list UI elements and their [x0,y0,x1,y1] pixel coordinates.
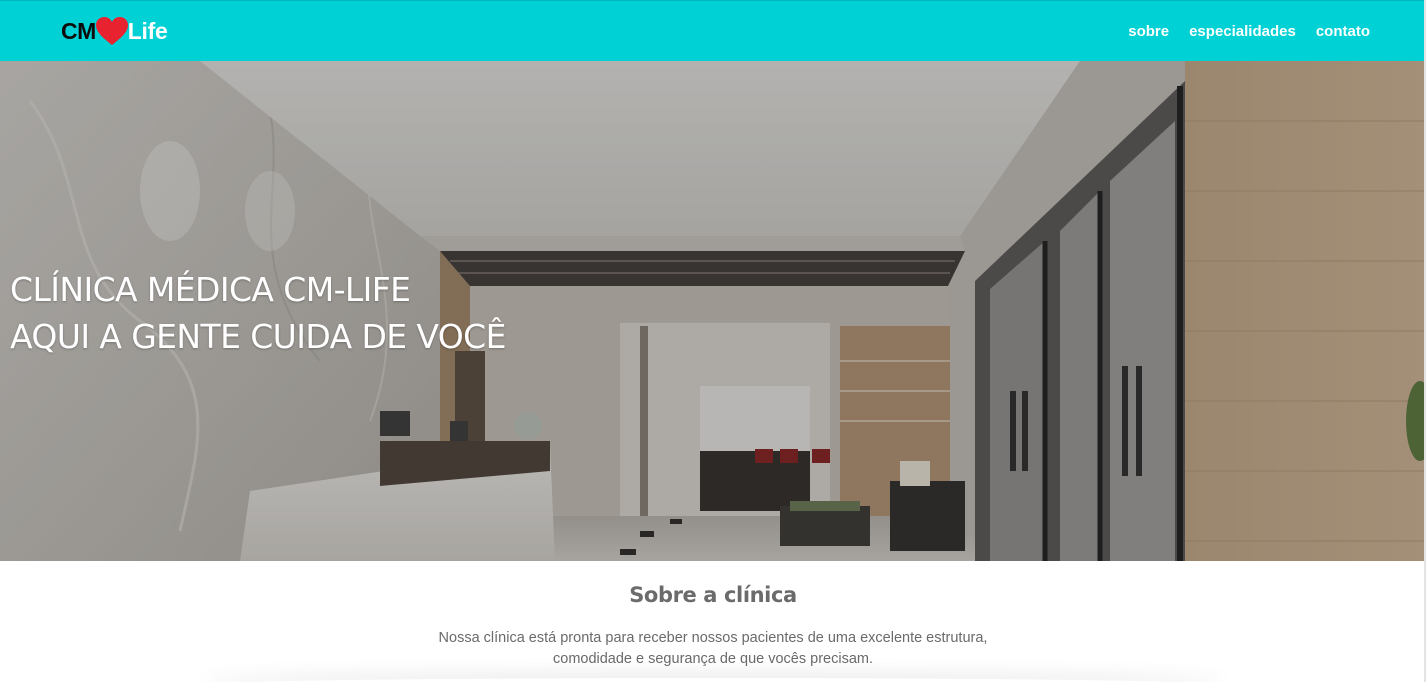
about-text: Nossa clínica está pronta para receber n… [413,628,1013,670]
nav-link-contato[interactable]: contato [1316,22,1370,42]
about-text-line1: Nossa clínica está pronta para receber n… [438,630,988,646]
about-heading: Sobre a clínica [629,583,797,607]
nav-link-especialidades[interactable]: especialidades [1189,22,1296,42]
hero-title-line2: AQUI A GENTE CUIDA DE VOCÊ [10,317,506,356]
logo-text-life: Life [127,17,168,44]
site-header: CM Life sobre especialidades contato [0,0,1426,61]
heart-icon [95,17,128,45]
about-text-line2: comodidade e segurança de que vocês prec… [553,651,873,667]
about-section: Sobre a clínica Nossa clínica está pront… [0,561,1426,682]
hero-banner: CLÍNICA MÉDICA CM-LIFE AQUI A GENTE CUID… [0,61,1426,561]
logo-link[interactable]: CM Life [61,14,168,48]
main-nav: sobre especialidades contato [1128,22,1370,42]
page: CM Life sobre especialidades contato CLÍ… [0,0,1426,682]
hero-title: CLÍNICA MÉDICA CM-LIFE AQUI A GENTE CUID… [10,266,506,360]
nav-link-sobre[interactable]: sobre [1128,22,1169,42]
hero-title-line1: CLÍNICA MÉDICA CM-LIFE [10,270,411,309]
logo-text-cm: CM [61,17,96,44]
section-divider-shadow [200,678,1226,682]
